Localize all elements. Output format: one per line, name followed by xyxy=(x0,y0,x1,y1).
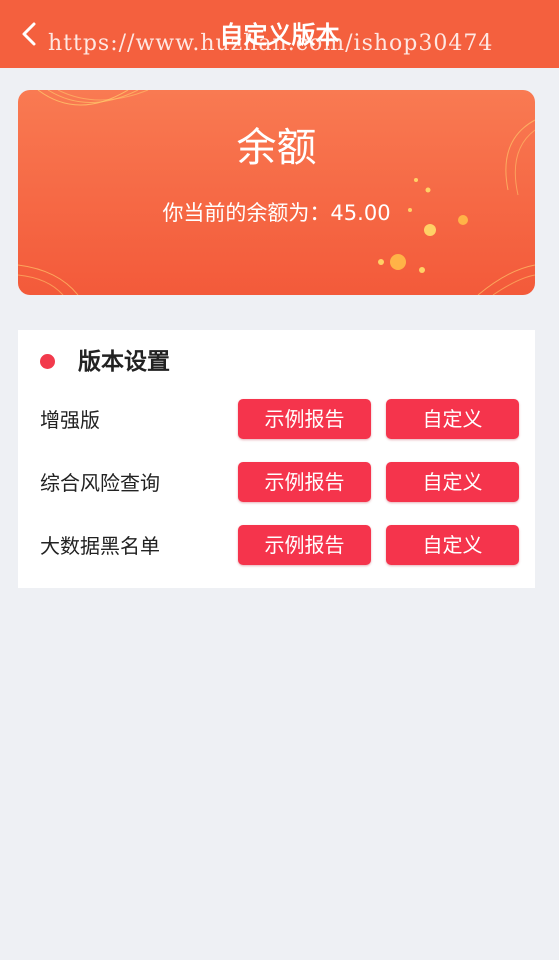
version-row-enhanced: 增强版 示例报告 自定义 xyxy=(18,399,535,441)
section-title: 版本设置 xyxy=(78,349,170,375)
version-settings-panel: 版本设置 增强版 示例报告 自定义 综合风险查询 示例报告 自定义 大数据黑名单… xyxy=(18,330,535,588)
version-row-blacklist: 大数据黑名单 示例报告 自定义 xyxy=(18,525,535,567)
sample-report-button[interactable]: 示例报告 xyxy=(238,525,371,565)
top-bar: 自定义版本 https://www.huzhan.com/ishop30474 xyxy=(0,0,559,68)
balance-amount-text: 你当前的余额为：45.00 xyxy=(162,201,391,225)
balance-heading: 余额 xyxy=(236,125,317,171)
version-label: 大数据黑名单 xyxy=(40,534,160,558)
version-label: 增强版 xyxy=(40,408,100,432)
customize-button[interactable]: 自定义 xyxy=(386,462,519,502)
sample-report-button[interactable]: 示例报告 xyxy=(238,462,371,502)
customize-button[interactable]: 自定义 xyxy=(386,525,519,565)
page-title: 自定义版本 xyxy=(219,21,340,49)
app-screen: 自定义版本 https://www.huzhan.com/ishop30474 … xyxy=(0,0,559,960)
bullet-dot-icon xyxy=(40,354,55,369)
sample-report-button[interactable]: 示例报告 xyxy=(238,399,371,439)
balance-card: 余额 你当前的余额为：45.00 xyxy=(18,90,535,295)
version-label: 综合风险查询 xyxy=(40,471,160,495)
section-header: 版本设置 xyxy=(18,342,535,382)
version-row-risk-query: 综合风险查询 示例报告 自定义 xyxy=(18,462,535,504)
customize-button[interactable]: 自定义 xyxy=(386,399,519,439)
